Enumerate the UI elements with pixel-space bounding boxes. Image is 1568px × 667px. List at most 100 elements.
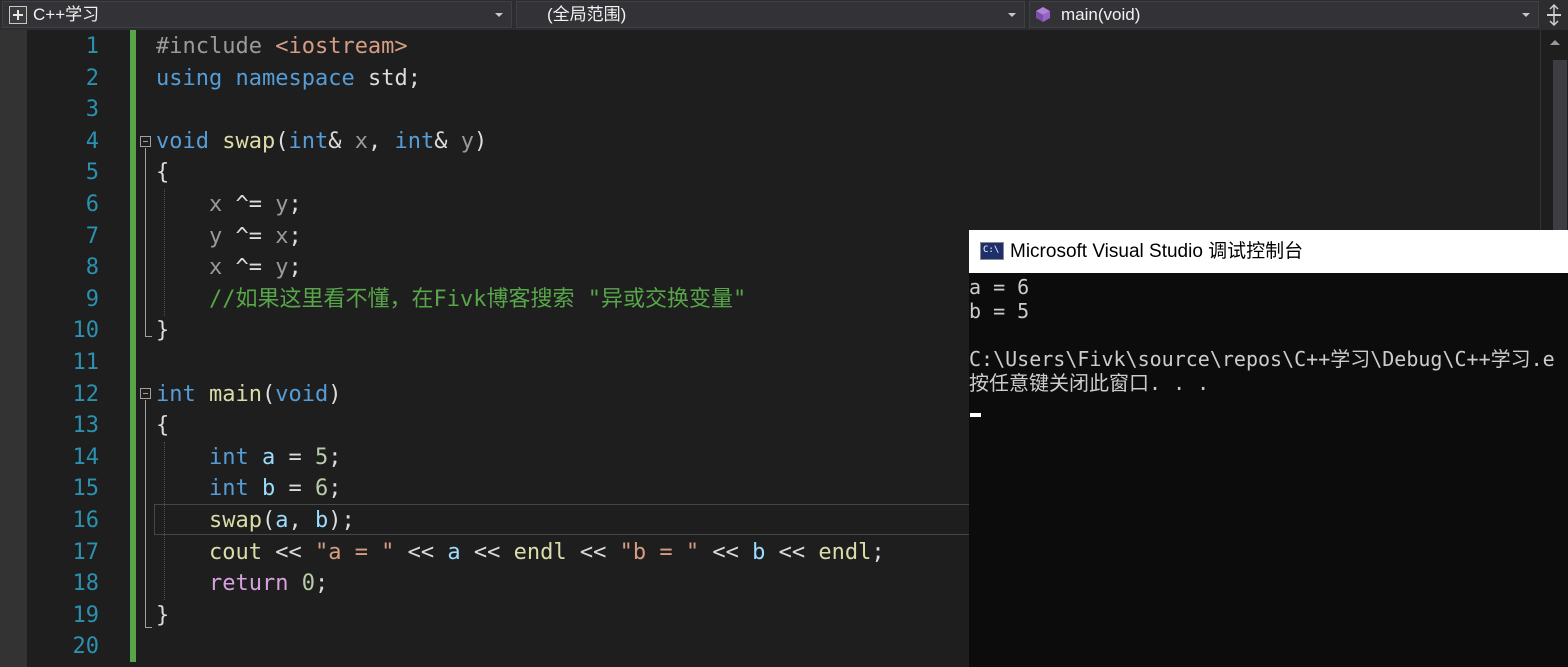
line-number: 20 — [72, 634, 100, 660]
operator: << — [261, 539, 315, 565]
number-literal: 5 — [314, 444, 329, 470]
code-line-10: } — [156, 318, 170, 344]
variable: b — [752, 539, 766, 565]
code-line-8: x ^= y; — [156, 252, 302, 284]
code-line-19: } — [156, 602, 170, 628]
punctuation: ; — [341, 508, 355, 533]
scope-name: (全局范围) — [547, 5, 627, 24]
member-dropdown[interactable]: main(void) — [1029, 1, 1539, 28]
console-output-line: a = 6 — [969, 275, 1030, 299]
keyword: int — [288, 128, 329, 154]
keyword: void — [156, 128, 209, 154]
punctuation: ( — [275, 128, 289, 154]
punctuation: & — [328, 128, 342, 154]
punctuation: , — [288, 508, 315, 533]
fold-end — [145, 627, 152, 628]
variable: a — [447, 539, 461, 565]
keyword: int — [394, 128, 435, 154]
line-number-gutter: 1 2 3 4 5 6 7 8 9 10 11 12 13 14 15 16 1… — [27, 30, 130, 667]
parameter: y — [275, 192, 289, 217]
fold-line — [145, 148, 146, 336]
punctuation: ; — [871, 539, 885, 565]
punctuation: & — [434, 128, 448, 154]
line-number: 4 — [85, 128, 99, 154]
line-number: 11 — [72, 350, 100, 375]
code-line-5: { — [156, 160, 170, 186]
code-line-7: y ^= x; — [156, 221, 302, 253]
split-window-button[interactable] — [1540, 1, 1568, 29]
endl-identifier: endl — [818, 539, 872, 565]
navigation-bar: C++学习 (全局范围) main(void) — [0, 0, 1568, 30]
parameter: x — [208, 192, 223, 217]
punctuation: ; — [314, 571, 329, 597]
cout-identifier: cout — [208, 539, 262, 565]
keyword: void — [275, 381, 329, 407]
punctuation: ; — [328, 444, 342, 470]
operator: << — [566, 539, 620, 565]
code-line-9: //如果这里看不懂，在Fivk博客搜索 "异或交换变量" — [156, 284, 746, 316]
punctuation: ; — [328, 476, 342, 502]
code-line-13: { — [156, 413, 170, 439]
punctuation: ; — [288, 223, 302, 249]
punctuation: ( — [261, 381, 276, 407]
selection-margin — [0, 30, 27, 667]
keyword: int — [208, 476, 249, 502]
punctuation: ) — [328, 381, 342, 407]
scope-dropdown[interactable]: (全局范围) — [516, 1, 1025, 28]
function-name: main — [209, 381, 262, 407]
line-number: 16 — [72, 508, 100, 533]
line-number: 18 — [72, 571, 100, 597]
variable: a — [275, 508, 289, 533]
punctuation: , — [367, 128, 382, 154]
number-literal: 0 — [301, 571, 315, 597]
keyword: int — [208, 444, 249, 470]
debug-console-window[interactable]: Microsoft Visual Studio 调试控制台 a = 6 b = … — [969, 230, 1568, 667]
string-literal: "b = " — [619, 539, 700, 565]
namespace-name: std — [367, 65, 408, 91]
keyword: using — [156, 65, 223, 91]
parameter: y — [275, 255, 289, 281]
parameter: x — [354, 128, 368, 154]
collapse-main-icon[interactable] — [140, 388, 151, 399]
line-number: 6 — [85, 192, 99, 217]
operator: = — [275, 444, 315, 470]
line-number: 2 — [85, 65, 99, 91]
code-line-1: #include <iostream> — [156, 31, 408, 63]
console-title-bar[interactable]: Microsoft Visual Studio 调试控制台 — [969, 230, 1568, 273]
operator: ^= — [222, 255, 276, 281]
console-cursor — [970, 413, 981, 417]
function-name: swap — [208, 508, 262, 533]
code-line-12: int main(void) — [156, 379, 341, 411]
code-line-14: int a = 5; — [156, 442, 342, 474]
project-name: C++学习 — [33, 5, 100, 24]
line-number: 15 — [72, 476, 100, 502]
preprocessor-directive: #include — [156, 34, 262, 59]
line-number: 7 — [85, 223, 99, 249]
keyword: namespace — [235, 65, 355, 91]
project-dropdown[interactable]: C++学习 — [2, 1, 512, 28]
variable: a — [261, 444, 276, 470]
line-number: 9 — [85, 286, 99, 312]
code-line-16: swap(a, b); — [156, 505, 355, 537]
collapse-swap-icon[interactable] — [140, 136, 151, 147]
include-header: <iostream> — [275, 34, 408, 59]
keyword: return — [208, 571, 289, 597]
scroll-up-icon[interactable] — [1550, 40, 1560, 45]
operator: << — [699, 539, 753, 565]
line-number: 3 — [85, 97, 99, 123]
line-number: 13 — [72, 413, 100, 439]
punctuation: ( — [261, 508, 276, 533]
line-number: 14 — [72, 444, 100, 470]
parameter: y — [208, 223, 223, 249]
operator: << — [765, 539, 819, 565]
line-number: 17 — [72, 539, 100, 565]
parameter: y — [460, 128, 474, 154]
code-line-15: int b = 6; — [156, 473, 342, 505]
parameter: x — [275, 223, 289, 249]
line-number: 19 — [72, 602, 100, 628]
cpp-project-icon — [9, 6, 27, 24]
line-number: 12 — [72, 381, 100, 407]
punctuation: ; — [288, 255, 302, 281]
method-cube-icon — [1036, 7, 1050, 22]
line-number: 5 — [85, 160, 99, 186]
